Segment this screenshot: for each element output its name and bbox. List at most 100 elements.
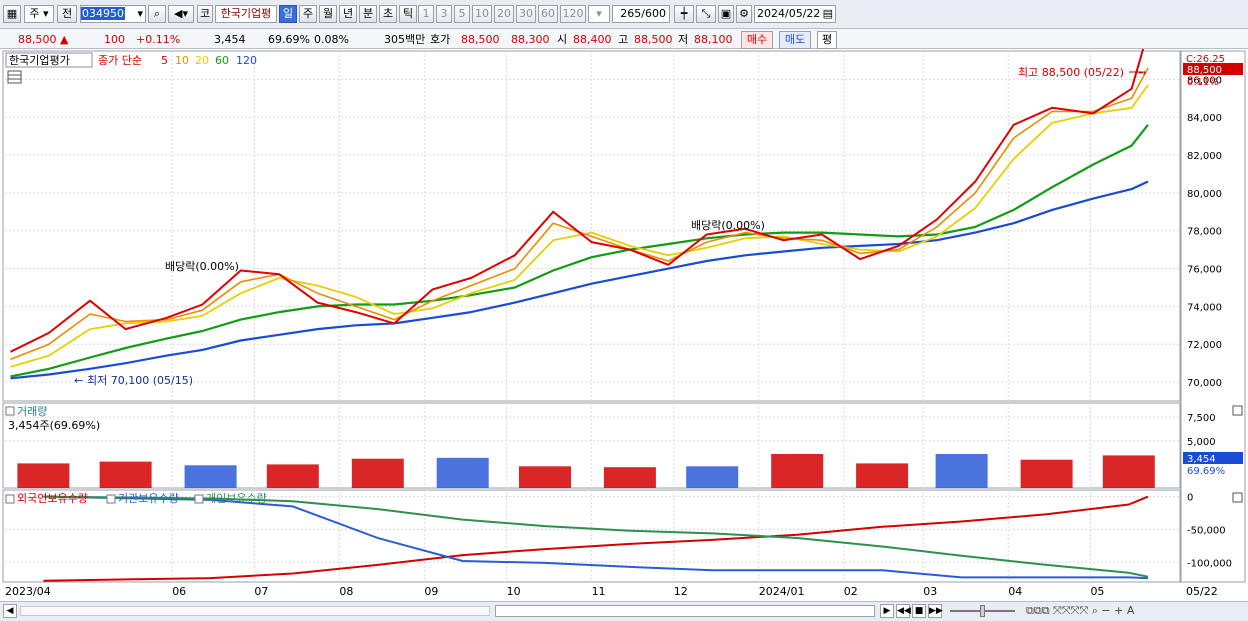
- y-tick-label: 82,000: [1187, 151, 1222, 162]
- volume-value: 3,454: [214, 33, 246, 46]
- eval-button[interactable]: 평: [817, 31, 837, 49]
- y-tick-label: -50,000: [1187, 525, 1226, 536]
- buy-button[interactable]: 매수: [741, 31, 773, 49]
- volume-bar: [603, 467, 656, 488]
- search-icon[interactable]: ⌕: [148, 5, 166, 23]
- bid-label: 호가: [430, 33, 451, 46]
- y-tick-label: 80,000: [1187, 189, 1222, 200]
- legend-stock-name: 한국기업평가: [9, 54, 70, 67]
- stock-chart[interactable]: 70,000 72,000 74,000 76,000 78,000 80,000 82,0…: [0, 49, 1248, 601]
- x-tick-label: 2023/04: [5, 585, 51, 598]
- drawing-tool-icon[interactable]: ⤡: [696, 5, 716, 23]
- speaker-icon[interactable]: ◀▾: [168, 5, 194, 23]
- open-price: 88,400: [573, 33, 612, 46]
- period-week-button[interactable]: 주: [299, 5, 317, 23]
- layout-icon[interactable]: ▦: [3, 5, 21, 23]
- price-value: 88,500: [18, 33, 57, 46]
- x-tick-label: 12: [674, 585, 688, 598]
- volume-bar: [935, 454, 988, 488]
- prev-button[interactable]: 전: [57, 5, 77, 23]
- period-minute-button[interactable]: 분: [359, 5, 377, 23]
- scroll-thumb[interactable]: [495, 605, 875, 617]
- ask-price: 88,500: [461, 33, 500, 46]
- zoom-slider-handle[interactable]: [980, 605, 985, 617]
- period-tick-button[interactable]: 틱: [399, 5, 417, 23]
- volume-tag-text: 3,454: [1187, 454, 1216, 465]
- x-tick-label: 06: [172, 585, 186, 598]
- market-type-select[interactable]: 주 ▾: [24, 5, 54, 23]
- scroll-track[interactable]: [20, 606, 490, 616]
- period-day-button[interactable]: 일: [279, 5, 297, 23]
- x-tick-label: 11: [592, 585, 606, 598]
- stock-code-input[interactable]: 034950 ▾: [80, 5, 146, 23]
- scroll-right-icon[interactable]: ▶: [880, 604, 894, 618]
- y-tick-label: 74,000: [1187, 302, 1222, 313]
- low-annotation: 최저 70,100 (05/15): [87, 374, 193, 387]
- bid-price: 88,300: [511, 33, 550, 46]
- x-axis-right-label: 05/22: [1186, 585, 1218, 598]
- volume-current: 3,454주(69.69%): [8, 419, 100, 432]
- gear-icon[interactable]: ⚙: [736, 5, 752, 23]
- volume-bar: [184, 465, 237, 488]
- period-month-button[interactable]: 월: [319, 5, 337, 23]
- legend-ma-title: 종가 단순: [98, 54, 142, 67]
- table-icon[interactable]: [7, 70, 22, 84]
- volume-panel-close-icon[interactable]: [1232, 405, 1243, 416]
- volume-bar: [351, 458, 404, 488]
- interval-60-button[interactable]: 60: [538, 5, 558, 23]
- holding-legend-box-3[interactable]: [194, 494, 204, 504]
- interval-5-button[interactable]: 5: [454, 5, 470, 23]
- rewind-icon[interactable]: ◀◀: [896, 604, 911, 618]
- holding-panel-close-icon[interactable]: [1232, 492, 1243, 503]
- candle-icon[interactable]: ┿: [674, 5, 694, 23]
- stock-code-value: 034950: [81, 7, 125, 20]
- volume-ratio: 69.69%: [268, 33, 310, 46]
- interval-20-button[interactable]: 20: [494, 5, 514, 23]
- save-icon[interactable]: ▣: [718, 5, 734, 23]
- legend-ma-60: 60: [215, 54, 229, 67]
- volume-legend-box[interactable]: [5, 406, 15, 416]
- quote-bar: 88,500 ▲ 100 +0.11% 3,454 69.69% 0.08% 3…: [0, 29, 1248, 49]
- volume-bar: [519, 466, 571, 488]
- stop-icon[interactable]: ■: [912, 604, 926, 618]
- x-tick-label: 07: [254, 585, 268, 598]
- count-input[interactable]: 265/600: [612, 5, 670, 23]
- chart-scrollbar[interactable]: ◀ ▶ ◀◀ ■ ▶▶ ⧉⧉⧉ ⤧⤧⤧⤧ ⌕ − + A: [0, 601, 1248, 621]
- period-second-button[interactable]: 초: [379, 5, 397, 23]
- right-arrow-icon: →: [1138, 68, 1146, 79]
- x-tick-label: 10: [507, 585, 521, 598]
- interval-select[interactable]: ▾: [588, 5, 610, 23]
- interval-10-button[interactable]: 10: [472, 5, 492, 23]
- interval-120-button[interactable]: 120: [560, 5, 586, 23]
- turnover-rate: 0.08%: [314, 33, 349, 46]
- legend-ma-120: 120: [236, 54, 257, 67]
- volume-bar: [436, 457, 489, 488]
- holding-legend-box-2[interactable]: [106, 494, 116, 504]
- volume-bar: [17, 463, 70, 488]
- change-percent: +0.11%: [136, 33, 181, 46]
- period-year-button[interactable]: 년: [339, 5, 357, 23]
- y-tick-label: 0: [1187, 493, 1193, 504]
- x-tick-label: 05: [1090, 585, 1104, 598]
- interval-3-button[interactable]: 3: [436, 5, 452, 23]
- chart-toolbar: ▦ 주 ▾ 전 034950 ▾ ⌕ ◀▾ 코 한국기업평 일 주 월 년 분 …: [0, 0, 1248, 29]
- holding-legend-individual: 개인보유수량: [206, 492, 267, 505]
- tool-icons[interactable]: ⧉⧉⧉ ⤧⤧⤧⤧ ⌕ − + A: [1026, 604, 1134, 618]
- up-arrow-icon: ▲: [60, 33, 69, 46]
- interval-1-button[interactable]: 1: [418, 5, 434, 23]
- scroll-left-icon[interactable]: ◀: [3, 604, 17, 618]
- volume-bar: [99, 461, 152, 488]
- count-total: /600: [641, 7, 666, 20]
- holding-legend-box-1[interactable]: [5, 494, 15, 504]
- date-input[interactable]: 2024/05/22 ▤: [754, 5, 836, 23]
- volume-bar: [856, 463, 909, 488]
- high-label: 고: [618, 33, 629, 46]
- volume-bar: [266, 464, 319, 488]
- fast-forward-icon[interactable]: ▶▶: [928, 604, 943, 618]
- holding-legend-institution: 기관보유수량: [118, 492, 179, 505]
- interval-30-button[interactable]: 30: [516, 5, 536, 23]
- x-axis-ticks: 2023/04 06 07 08 09 10 11 12 2024/01 02 03 04 05: [5, 585, 1104, 598]
- high-annotation: 최고 88,500 (05/22): [1018, 66, 1124, 79]
- y-tick-label: 72,000: [1187, 340, 1222, 351]
- sell-button[interactable]: 매도: [779, 31, 811, 49]
